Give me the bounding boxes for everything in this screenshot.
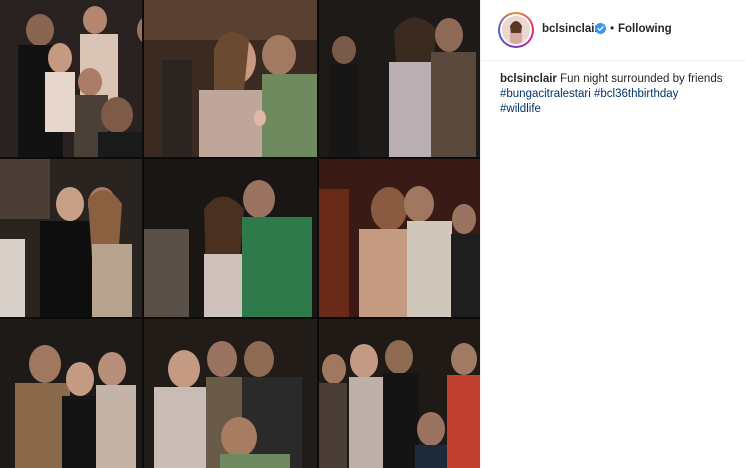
caption-text: Fun night surrounded by friends <box>560 73 723 85</box>
post-header: bclsinclair • Following <box>481 0 745 61</box>
avatar-image <box>502 16 530 44</box>
collage-photo-1 <box>0 0 142 157</box>
following-button[interactable]: Following <box>618 23 672 35</box>
hashtag-link[interactable]: #wildlife <box>500 103 541 115</box>
avatar-inner-ring <box>500 14 532 46</box>
collage-photo-8 <box>144 319 317 468</box>
header-separator: • <box>610 21 615 35</box>
caption-username-link[interactable]: bclsinclair <box>500 73 557 85</box>
profile-avatar[interactable] <box>498 12 534 48</box>
collage-photo-9 <box>319 319 480 468</box>
collage-photo-6 <box>319 159 480 317</box>
hashtag-link[interactable]: #bungacitralestari <box>500 88 591 100</box>
post-username-link[interactable]: bclsinclair <box>542 23 599 35</box>
post-caption: bclsinclair Fun night surrounded by frie… <box>500 72 740 117</box>
collage-photo-5 <box>144 159 317 317</box>
hashtag-link[interactable]: #bcl36thbirthday <box>594 88 678 100</box>
collage-photo-4 <box>0 159 142 317</box>
verified-badge-icon <box>595 23 606 34</box>
post-side-panel: bclsinclair • Following bclsinclair Fun … <box>480 0 745 468</box>
collage-photo-2 <box>144 0 317 157</box>
post-photo-collage[interactable] <box>0 0 480 468</box>
collage-photo-7 <box>0 319 142 468</box>
collage-photo-3 <box>319 0 480 157</box>
